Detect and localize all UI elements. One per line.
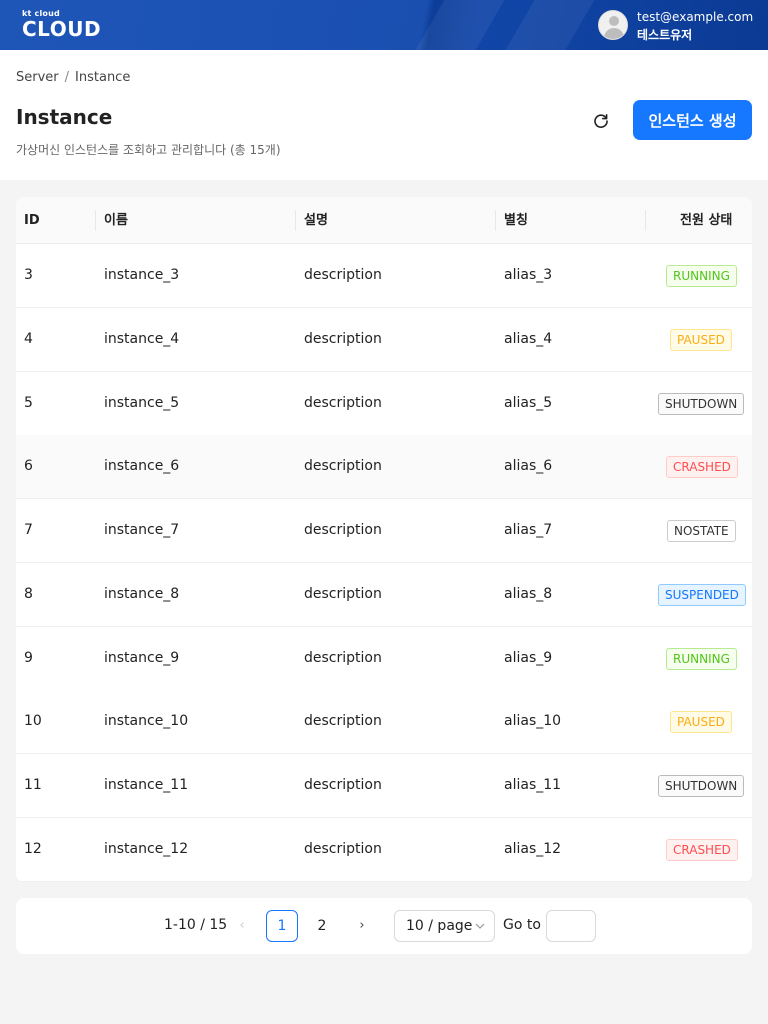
breadcrumb-instance: Instance (75, 70, 131, 85)
cell-description: description (304, 331, 382, 347)
cell-description: description (304, 650, 382, 666)
status-badge: PAUSED (670, 711, 732, 733)
page-header: Server / Instance Instance 가상머신 인스턴스를 조회하고… (0, 50, 768, 180)
table-row[interactable]: 7 instance_7 description alias_7 NOSTATE (16, 499, 752, 563)
cell-alias: alias_3 (504, 267, 553, 283)
cell-name: instance_8 (104, 586, 180, 602)
column-header-id[interactable]: ID (24, 197, 40, 244)
table-row[interactable]: 3 instance_3 description alias_3 RUNNING (16, 244, 752, 308)
status-badge: PAUSED (670, 329, 732, 351)
cell-name: instance_12 (104, 841, 189, 857)
status-badge: RUNNING (666, 648, 737, 670)
cell-name: instance_5 (104, 395, 180, 411)
cell-alias: alias_9 (504, 650, 553, 666)
cell-id: 12 (24, 841, 42, 857)
table-row[interactable]: 12 instance_12 description alias_12 CRASHED (16, 818, 752, 882)
column-header-power-status[interactable]: 전원 상태 (680, 197, 732, 244)
breadcrumb: Server / Instance (16, 70, 130, 85)
goto-label: Go to (503, 917, 541, 933)
cell-id: 8 (24, 586, 33, 602)
top-header: kt cloud CLOUD test@example.com 테스트유저 (0, 0, 768, 50)
column-header-name[interactable]: 이름 (104, 197, 128, 244)
table-row[interactable]: 8 instance_8 description alias_8 SUSPENDED (16, 563, 752, 627)
table-row[interactable]: 11 instance_11 description alias_11 SHUTDOWN (16, 754, 752, 818)
table-row[interactable]: 4 instance_4 description alias_4 PAUSED (16, 308, 752, 372)
cell-id: 3 (24, 267, 33, 283)
prev-page-icon[interactable]: ‹ (230, 914, 254, 938)
cell-description: description (304, 586, 382, 602)
status-badge: SHUTDOWN (658, 393, 745, 415)
status-badge: CRASHED (666, 839, 738, 861)
page-size-value: 10 / page (406, 918, 473, 934)
cell-name: instance_6 (104, 458, 180, 474)
cell-alias: alias_12 (504, 841, 562, 857)
cell-description: description (304, 395, 382, 411)
pagination: 1-10 / 15 ‹ 1 2 › 10 / page Go to (16, 898, 752, 954)
status-badge: NOSTATE (667, 520, 736, 542)
cell-description: description (304, 267, 382, 283)
cell-name: instance_9 (104, 650, 180, 666)
cell-id: 6 (24, 458, 33, 474)
cell-description: description (304, 777, 382, 793)
cell-description: description (304, 713, 382, 729)
cell-alias: alias_11 (504, 777, 562, 793)
status-badge: SUSPENDED (658, 584, 746, 606)
cell-id: 10 (24, 713, 42, 729)
cell-alias: alias_6 (504, 458, 553, 474)
table-row[interactable]: 6 instance_6 description alias_6 CRASHED (16, 435, 752, 499)
cell-name: instance_7 (104, 522, 180, 538)
header-decoration (415, 0, 505, 50)
page-title: Instance (16, 105, 113, 129)
user-name: 테스트유저 (637, 28, 693, 42)
user-avatar-icon[interactable] (598, 10, 628, 40)
column-header-alias[interactable]: 별칭 (504, 197, 528, 244)
cell-name: instance_3 (104, 267, 180, 283)
refresh-icon[interactable] (588, 108, 614, 134)
page-button-2[interactable]: 2 (306, 910, 338, 942)
cell-alias: alias_4 (504, 331, 553, 347)
cell-name: instance_10 (104, 713, 189, 729)
cell-id: 4 (24, 331, 33, 347)
logo-big-text: CLOUD (22, 17, 102, 41)
goto-page-input[interactable] (546, 910, 596, 942)
cell-description: description (304, 522, 382, 538)
cell-alias: alias_5 (504, 395, 553, 411)
cell-name: instance_4 (104, 331, 180, 347)
table-row[interactable]: 5 instance_5 description alias_5 SHUTDOWN (16, 372, 752, 436)
cell-description: description (304, 841, 382, 857)
kt-cloud-logo[interactable]: kt cloud CLOUD (22, 9, 101, 40)
cell-id: 7 (24, 522, 33, 538)
page-description: 가상머신 인스턴스를 조회하고 관리합니다 (총 15개) (16, 143, 281, 157)
breadcrumb-separator: / (64, 70, 70, 85)
table-header: ID 이름 설명 별칭 전원 상태 (16, 197, 752, 244)
instance-table: ID 이름 설명 별칭 전원 상태 3 instance_3 description… (16, 197, 752, 882)
cell-alias: alias_8 (504, 586, 553, 602)
column-header-description[interactable]: 설명 (304, 197, 328, 244)
breadcrumb-server[interactable]: Server (16, 70, 59, 85)
pagination-total: 1-10 / 15 (164, 917, 228, 933)
next-page-icon[interactable]: › (350, 914, 374, 938)
status-badge: SHUTDOWN (658, 775, 745, 797)
cell-description: description (304, 458, 382, 474)
cell-id: 5 (24, 395, 33, 411)
page-button-1[interactable]: 1 (266, 910, 298, 942)
status-badge: RUNNING (666, 265, 737, 287)
status-badge: CRASHED (666, 456, 738, 478)
create-instance-button[interactable]: 인스턴스 생성 (633, 100, 752, 140)
table-row[interactable]: 10 instance_10 description alias_10 PAUSED (16, 690, 752, 754)
table-row[interactable]: 9 instance_9 description alias_9 RUNNING (16, 627, 752, 691)
header-decoration (505, 0, 595, 50)
user-email: test@example.com (637, 10, 754, 24)
cell-id: 11 (24, 777, 42, 793)
cell-alias: alias_7 (504, 522, 553, 538)
cell-id: 9 (24, 650, 33, 666)
page-size-select[interactable]: 10 / page (394, 910, 495, 942)
chevron-down-icon (475, 923, 485, 929)
cell-alias: alias_10 (504, 713, 562, 729)
cell-name: instance_11 (104, 777, 189, 793)
